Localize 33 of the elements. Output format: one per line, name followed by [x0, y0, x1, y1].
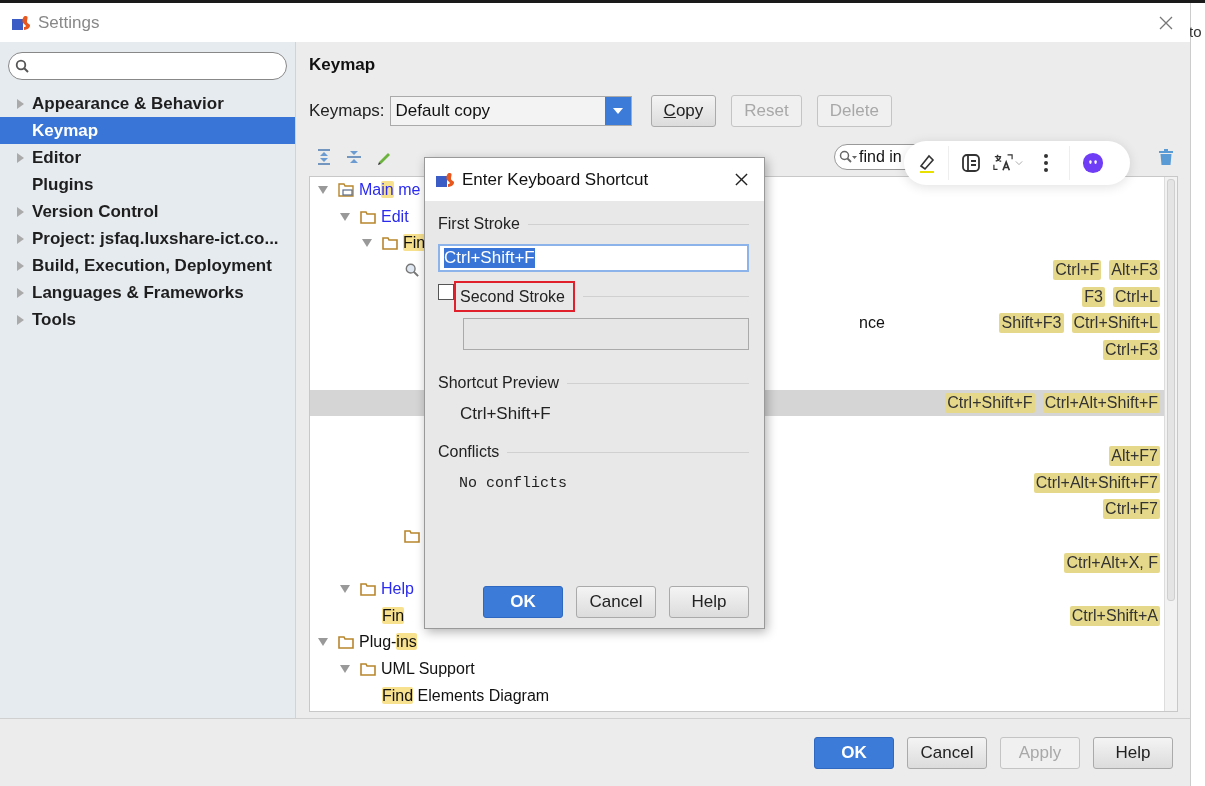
- tree-label: Fin: [382, 606, 405, 625]
- window-title: Settings: [38, 12, 100, 33]
- preview-text: Ctrl+Shift+F: [460, 404, 552, 424]
- shortcut-label: Ctrl+Alt+X, F: [1064, 552, 1160, 573]
- tree-label: Fin: [403, 234, 426, 253]
- shortcut-label: Ctrl+F7: [1103, 499, 1160, 520]
- shortcut-label: F3: [1082, 286, 1105, 307]
- group-label: Conflicts: [438, 443, 500, 461]
- shortcut-label: Ctrl+Alt+Shift+F7: [1033, 472, 1160, 493]
- shortcut-label: Ctrl+F: [1053, 260, 1102, 281]
- shortcut-label: Ctrl+Shift+A: [1069, 605, 1160, 626]
- group-label: First Stroke: [438, 215, 520, 233]
- shortcut-label: Ctrl+F3: [1103, 339, 1160, 360]
- shortcut-label: Ctrl+Alt+Shift+F: [1042, 393, 1160, 414]
- shortcut-label: Ctrl+Shift+L: [1071, 313, 1160, 334]
- tree-label: Plug-ins: [359, 633, 417, 652]
- keymaps-label: Keymaps:: [309, 101, 385, 121]
- shortcut-label: Alt+F7: [1109, 446, 1160, 467]
- tree-label: Edit: [381, 207, 409, 226]
- tree-label: Help: [381, 580, 414, 599]
- tree-label: UML Support: [381, 660, 475, 678]
- section-title: Keymap: [309, 55, 377, 76]
- conflicts-text: No conflicts: [459, 475, 569, 492]
- tree-label: nce: [859, 314, 885, 333]
- group-label: Shortcut Preview: [438, 374, 559, 392]
- shortcut-label: Alt+F3: [1109, 260, 1160, 281]
- dialog-title: Enter Keyboard Shortcut: [462, 169, 649, 190]
- shortcut-label: Ctrl+L: [1112, 286, 1160, 307]
- shortcut-label: Shift+F3: [999, 313, 1064, 334]
- shortcut-label: Ctrl+Shift+F: [945, 393, 1035, 414]
- tree-label: Find Elements Diagram: [382, 686, 550, 705]
- tree-label: Main me: [359, 181, 421, 200]
- background-text: to: [1189, 23, 1202, 40]
